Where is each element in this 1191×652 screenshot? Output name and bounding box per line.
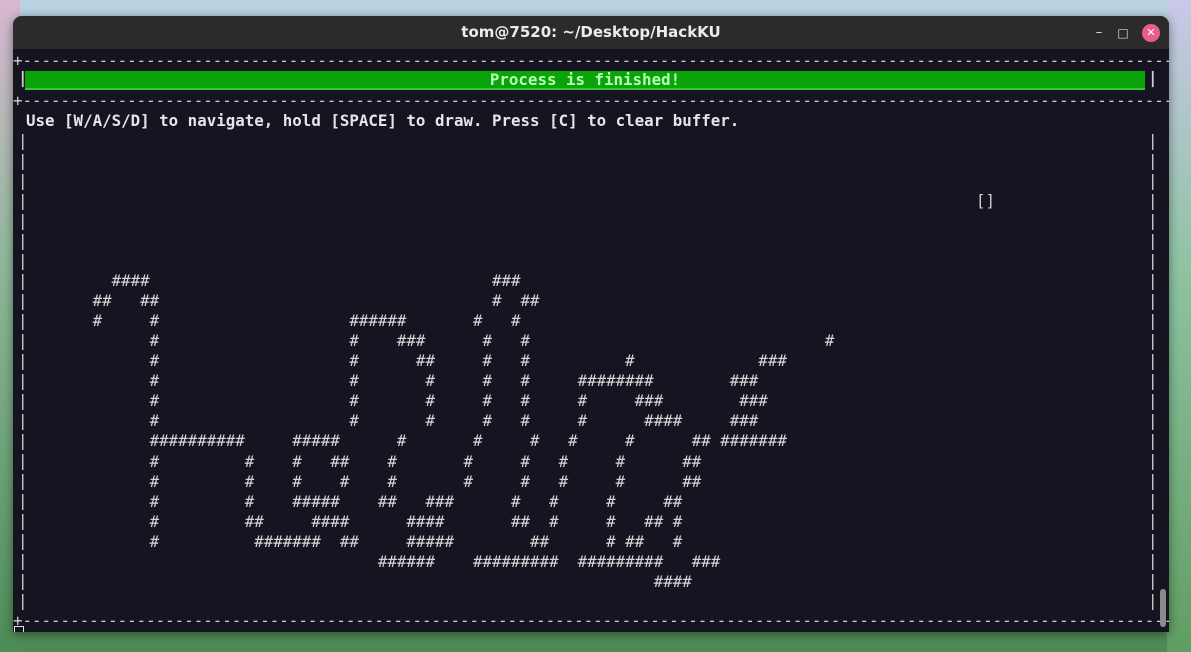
ascii-row: # ## #### #### ## # # ## #	[26, 511, 683, 531]
draw-cursor: []	[976, 191, 996, 210]
ascii-row: #### ###	[26, 271, 521, 291]
window-title: tom@7520: ~/Desktop/HackKU	[461, 23, 721, 41]
title-bar[interactable]: tom@7520: ~/Desktop/HackKU – □ ✕	[13, 16, 1169, 49]
ascii-row: # # ### # # #	[26, 331, 835, 351]
terminal-window: tom@7520: ~/Desktop/HackKU – □ ✕ +------…	[13, 16, 1169, 632]
ascii-row: ####	[26, 571, 692, 591]
maximize-icon[interactable]: □	[1114, 24, 1132, 42]
desktop-wallpaper-right	[1167, 0, 1191, 652]
ascii-row: # # # # # # #### ###	[26, 411, 759, 431]
ascii-row: # ####### ## ##### ## # ## #	[26, 531, 683, 551]
border-mid: +---------------------------------------…	[13, 91, 1169, 110]
shell-cursor	[14, 626, 24, 632]
terminal-content[interactable]: +---------------------------------------…	[13, 49, 1169, 632]
ascii-row: ###### ######### ######### ###	[26, 551, 721, 571]
status-banner: Process is finished!	[25, 71, 1145, 90]
ascii-row: # # # ## # # # # # ##	[26, 451, 702, 471]
ascii-row: # # # # # # ### ###	[26, 391, 768, 411]
ascii-row: # # # # # # # # # ##	[26, 471, 702, 491]
ascii-row: # # ###### # #	[26, 311, 521, 331]
scrollbar[interactable]	[1160, 589, 1166, 627]
border-right: | | | | | | | | | | | | | | | | | | | | …	[1148, 131, 1158, 610]
ascii-row: ########## ##### # # # # # ## #######	[26, 431, 787, 451]
ascii-row: ## ## # ##	[26, 291, 540, 311]
ascii-row	[26, 231, 834, 251]
ascii-drawing: #### ### ## ## # ## # # ###### # # # # #…	[26, 231, 835, 592]
border-top: +---------------------------------------…	[13, 51, 1169, 70]
ascii-row: # # # # # ######## ###	[26, 371, 759, 391]
border-bottom: +---------------------------------------…	[13, 611, 1169, 630]
instructions-text: Use [W/A/S/D] to navigate, hold [SPACE] …	[26, 111, 740, 130]
close-icon[interactable]: ✕	[1142, 24, 1160, 42]
border-right-banner: |	[1148, 68, 1158, 87]
ascii-row: # # ## # # # ###	[26, 351, 787, 371]
minimize-icon[interactable]: –	[1090, 24, 1108, 42]
ascii-row	[26, 251, 834, 271]
ascii-row: # # ##### ## ### # # # ##	[26, 491, 683, 511]
